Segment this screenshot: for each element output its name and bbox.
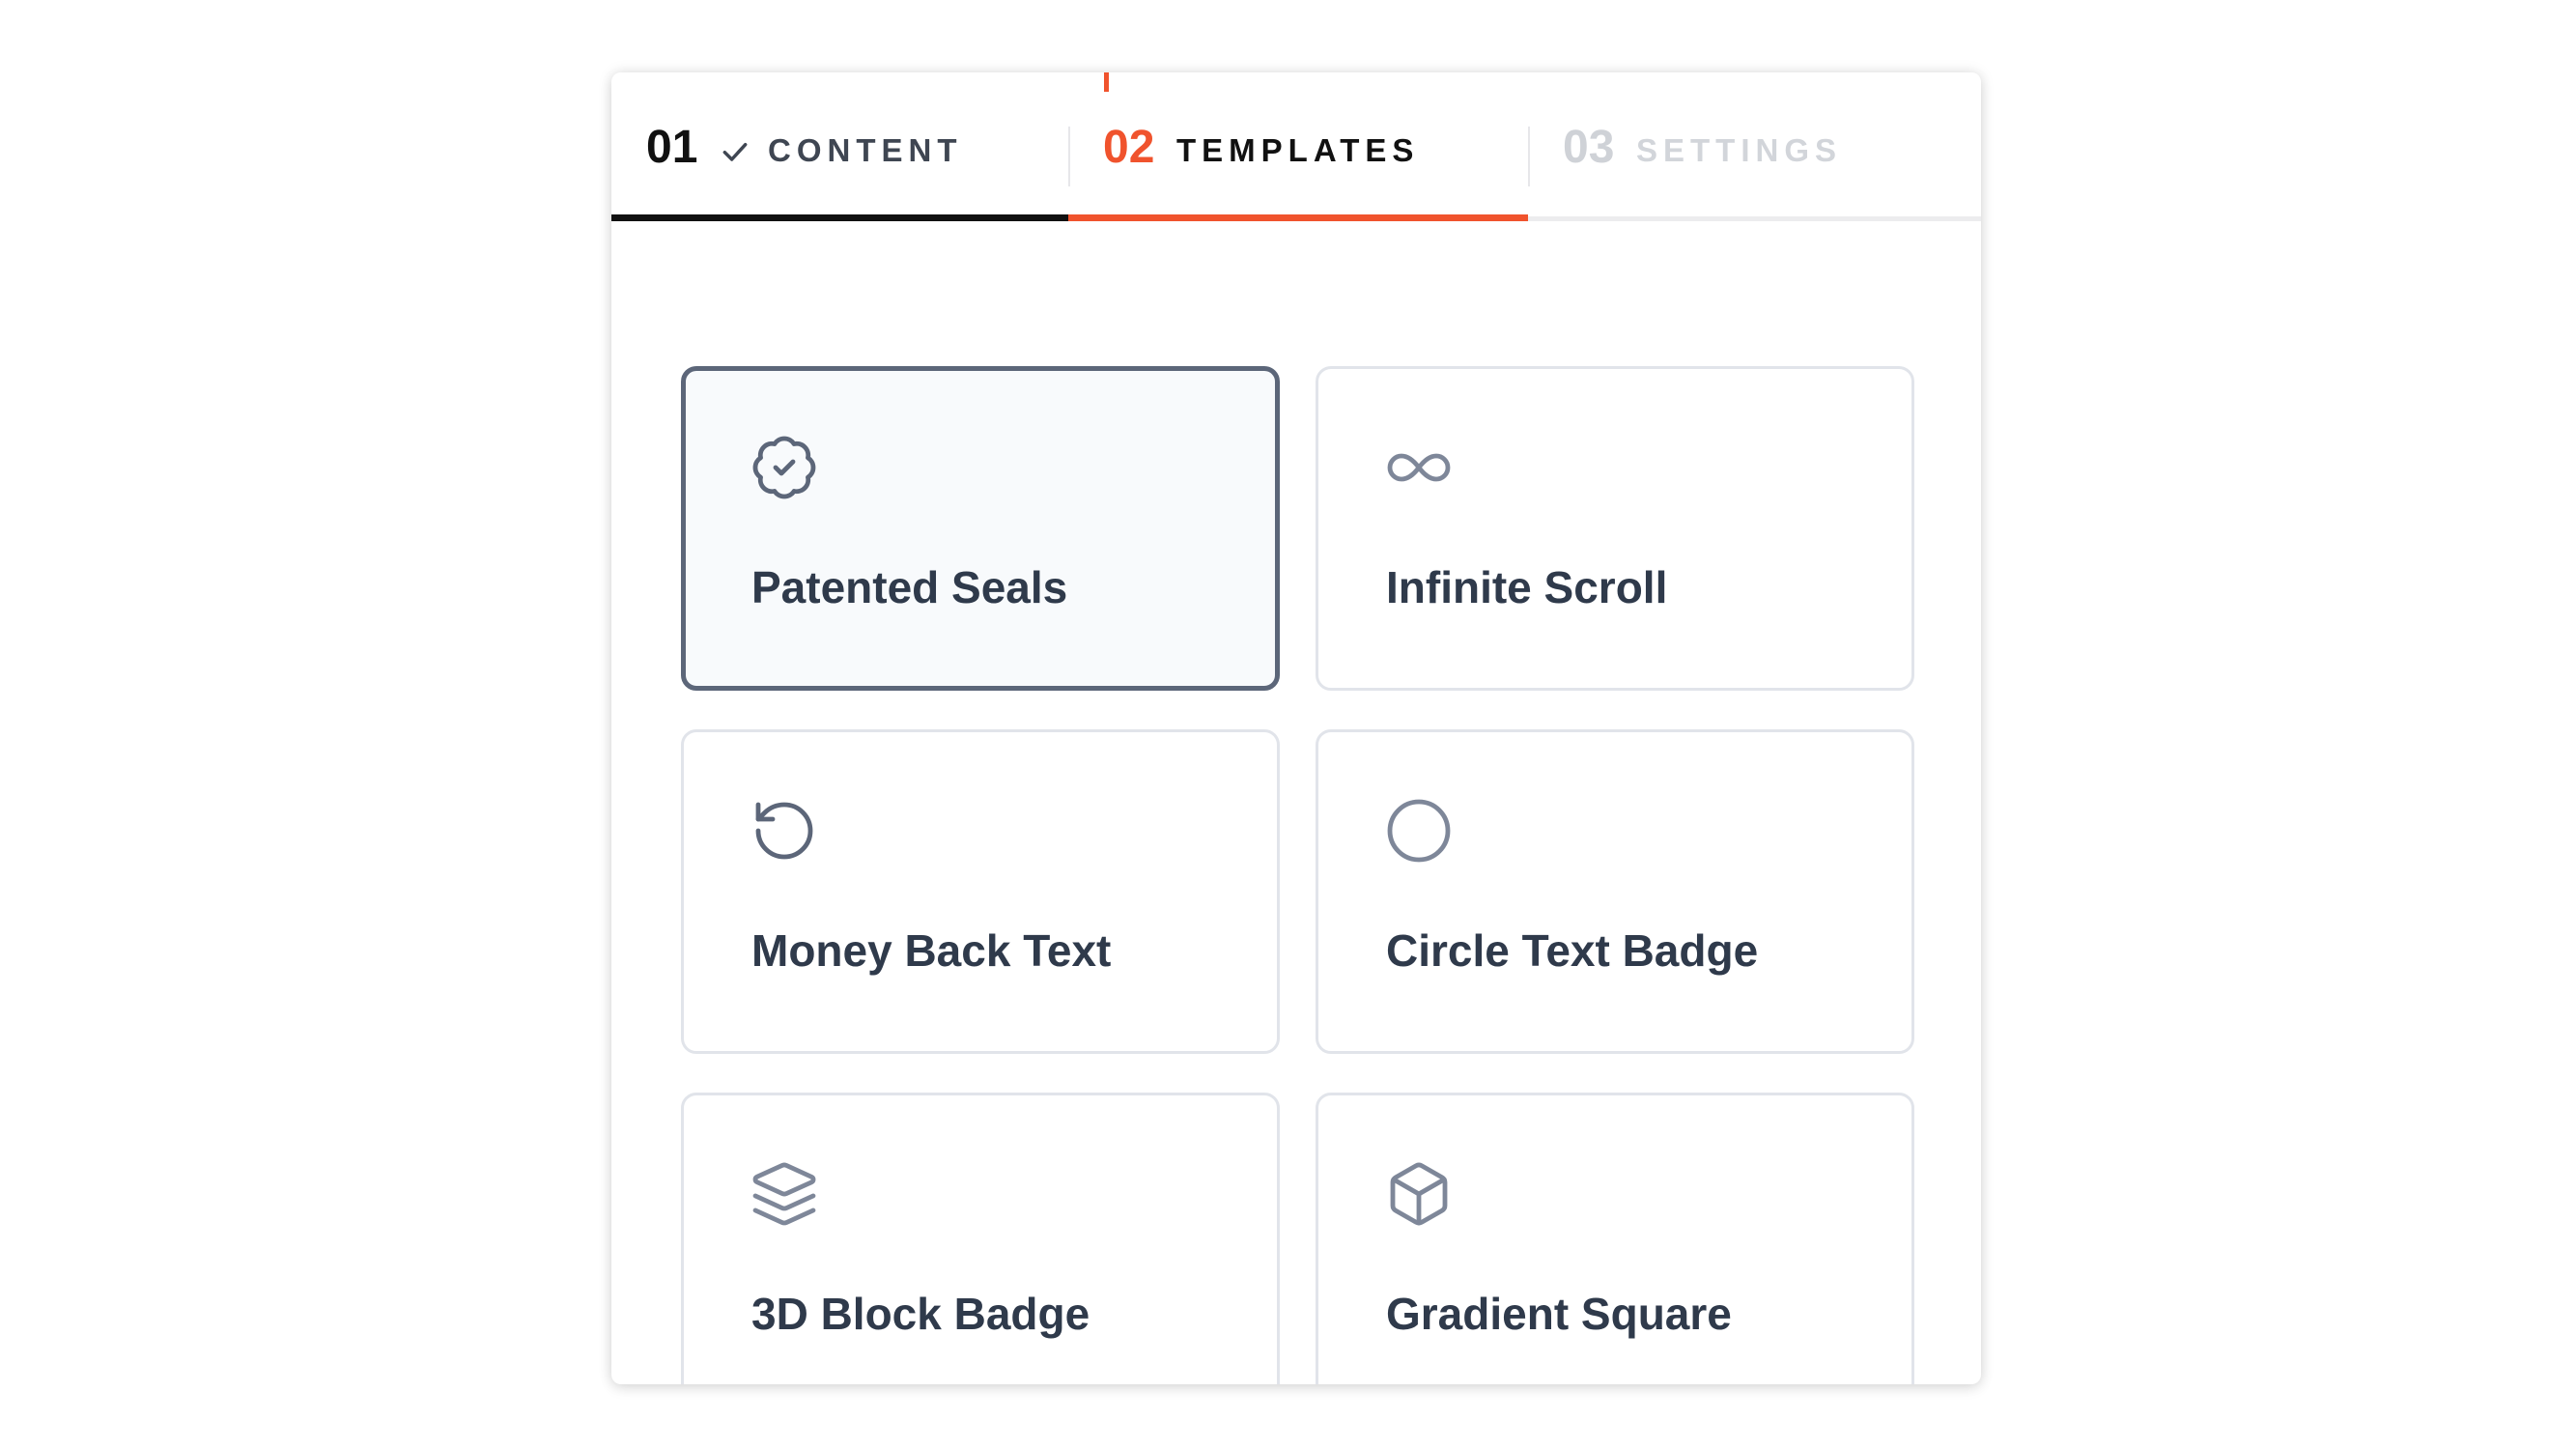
step-progress-bar [611,214,1068,221]
step-number: 02 [1103,122,1155,173]
template-title: Gradient Square [1386,1289,1732,1339]
step-label: CONTENT [768,132,963,168]
template-card-circle-text-badge[interactable]: Circle Text Badge [1316,729,1914,1054]
step-settings[interactable]: 03 SETTINGS [1528,72,1981,221]
step-number: 03 [1563,122,1615,173]
template-card-3d-block-badge[interactable]: 3D Block Badge [681,1093,1280,1384]
template-card-patented-seals[interactable]: Patented Seals [681,366,1280,691]
template-title: Circle Text Badge [1386,925,1759,976]
template-card-money-back-text[interactable]: Money Back Text [681,729,1280,1054]
layers-icon [752,1162,816,1226]
wizard-stepper: 01 CONTENT 02 TEMPLATES 03 SETTINGS [611,72,1981,221]
step-progress-bar [1068,214,1528,221]
rotate-ccw-icon [755,802,813,860]
check-icon [722,142,748,161]
template-card-infinite-scroll[interactable]: Infinite Scroll [1316,366,1914,691]
step-label: SETTINGS [1636,132,1843,168]
template-title: Infinite Scroll [1386,562,1668,612]
template-grid: Patented Seals Infinite Scroll Money Bac… [611,221,1981,1384]
template-title: Patented Seals [751,562,1068,612]
box-icon [1390,1162,1448,1226]
template-title: 3D Block Badge [751,1289,1090,1339]
template-title: Money Back Text [751,925,1112,976]
step-templates[interactable]: 02 TEMPLATES [1068,72,1528,221]
badge-check-icon [752,436,816,499]
circle-icon [1387,799,1451,863]
step-content[interactable]: 01 CONTENT [611,72,1068,221]
infinity-icon [1387,453,1451,482]
template-card-gradient-square[interactable]: Gradient Square [1316,1093,1914,1384]
step-number: 01 [646,122,698,173]
step-label: TEMPLATES [1176,132,1420,168]
template-wizard-panel: 01 CONTENT 02 TEMPLATES 03 SETTINGS Pate… [611,72,1981,1384]
